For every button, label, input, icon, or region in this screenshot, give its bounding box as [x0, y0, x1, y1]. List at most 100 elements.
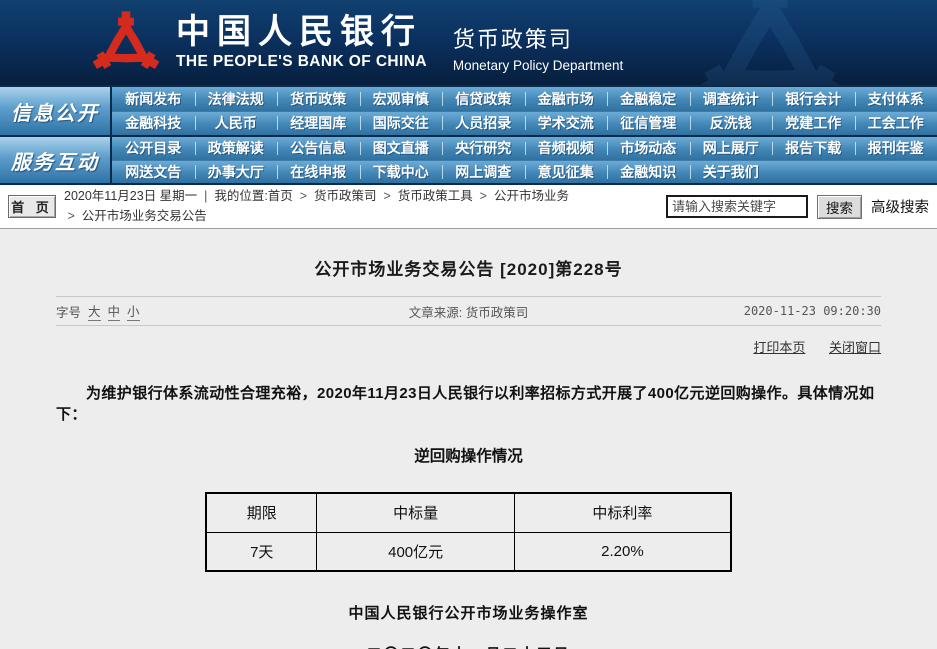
nav-item[interactable]: 办事大厅	[194, 161, 278, 184]
nav-item[interactable]: 人民币	[194, 112, 278, 136]
bank-name-en: THE PEOPLE'S BANK OF CHINA	[176, 53, 427, 71]
nav-row: 网送文告 办事大厅 在线申报 下载中心 网上调查 意见征集 金融知识 关于我们	[112, 159, 937, 184]
nav-item[interactable]: 报刊年鉴	[854, 137, 937, 160]
table-cell: 7天	[205, 531, 318, 572]
font-size-option[interactable]: 小	[127, 301, 140, 321]
nav-item[interactable]: 图文直播	[359, 137, 443, 160]
breadcrumb-item[interactable]: 公开市场业务	[494, 189, 569, 203]
search-input[interactable]	[666, 195, 808, 218]
font-size-label: 字号	[56, 305, 82, 320]
nav-item[interactable]: 人员招录	[442, 112, 525, 136]
nav-item[interactable]: 工会工作	[854, 112, 937, 136]
nav-item[interactable]: 信贷政策	[442, 87, 525, 111]
nav-item[interactable]: 征信管理	[607, 112, 690, 136]
nav-item[interactable]: 报告下载	[772, 137, 855, 160]
breadcrumb-item[interactable]: 货币政策司	[314, 189, 377, 203]
breadcrumb-separator: >	[292, 189, 314, 204]
nav-item[interactable]: 党建工作	[772, 112, 855, 136]
font-size-option[interactable]: 大	[88, 301, 101, 321]
nav-item[interactable]: 央行研究	[442, 137, 525, 160]
home-button[interactable]: 首 页	[8, 195, 56, 218]
article-area: 公开市场业务交易公告 [2020]第228号 字号 大中小 文章来源: 货币政策…	[0, 229, 937, 649]
nav-row: 金融科技 人民币 经理国库 国际交往 人员招录 学术交流 征信管理 反洗钱 党建工作 工会工作	[112, 110, 937, 136]
search-button[interactable]: 搜索	[817, 194, 862, 219]
bank-name-cn: 中国人民银行	[176, 11, 422, 52]
nav-item[interactable]: 政策解读	[194, 137, 278, 160]
nav-row: 新闻发布 法律法规 货币政策 宏观审慎 信贷政策 金融市场 金融稳定 调查统计 银行会计 支付体系	[112, 87, 937, 111]
department-block: 货币政策司 Monetary Policy Department	[453, 12, 623, 73]
nav-item[interactable]: 在线申报	[277, 161, 360, 184]
source-value: 货币政策司	[465, 305, 529, 320]
site-header: 中国人民银行 THE PEOPLE'S BANK OF CHINA 货币政策司 …	[0, 0, 937, 85]
signature-date: 二〇二〇年十一月二十三日	[0, 643, 937, 649]
advanced-search-link[interactable]: 高级搜索	[871, 196, 929, 217]
breadcrumb-separator: >	[64, 208, 82, 223]
nav-item[interactable]: 国际交往	[359, 112, 443, 136]
department-name-en: Monetary Policy Department	[452, 58, 624, 73]
table-header-cell: 期限	[205, 492, 318, 533]
table-header-cell: 中标利率	[513, 492, 732, 533]
nav-item[interactable]: 公开目录	[112, 137, 195, 160]
nav-item[interactable]: 金融知识	[607, 161, 690, 184]
nav-item[interactable]: 调查统计	[689, 87, 773, 111]
article-actions: 打印本页 关闭窗口	[56, 337, 881, 356]
nav-item[interactable]: 反洗钱	[689, 112, 773, 136]
article-meta-row: 字号 大中小 文章来源: 货币政策司 2020-11-23 09:20:30	[56, 296, 881, 326]
nav-rows: 新闻发布 法律法规 货币政策 宏观审慎 信贷政策 金融市场 金融稳定 调查统计 银行会计 支付体系…	[112, 87, 937, 135]
nav-item[interactable]: 下载中心	[359, 161, 443, 184]
close-window-link[interactable]: 关闭窗口	[829, 340, 881, 355]
print-page-link[interactable]: 打印本页	[753, 340, 805, 355]
breadcrumb-divider: |	[204, 189, 215, 204]
table-cell: 400亿元	[316, 531, 515, 572]
nav-item[interactable]: 支付体系	[854, 87, 937, 111]
font-size-options: 大中小	[88, 301, 140, 321]
nav-group: 服务互动 公开目录 政策解读 公告信息 图文直播 央行研究 音频视频 市场动态 网上展厅 报告下载…	[0, 135, 937, 183]
nav-item[interactable]: 网送文告	[112, 161, 195, 184]
nav-item[interactable]: 音频视频	[524, 137, 608, 160]
department-name-cn: 货币政策司	[452, 27, 573, 52]
table-body: 7天 400亿元 2.20%	[205, 531, 732, 572]
nav-item[interactable]: 经理国库	[277, 112, 360, 136]
nav-group-label[interactable]: 信息公开	[0, 87, 112, 135]
article-source: 文章来源: 货币政策司	[314, 302, 623, 321]
article-timestamp: 2020-11-23 09:20:30	[743, 304, 881, 318]
nav-item[interactable]: 关于我们	[689, 161, 773, 184]
table-header-cell: 中标量	[316, 492, 515, 533]
nav-item[interactable]: 银行会计	[772, 87, 855, 111]
nav-item[interactable]: 市场动态	[607, 137, 690, 160]
nav-item[interactable]: 意见征集	[524, 161, 608, 184]
section-title: 逆回购操作情况	[414, 448, 523, 465]
nav-item[interactable]: 金融稳定	[607, 87, 690, 111]
nav-item[interactable]: 学术交流	[524, 112, 608, 136]
nav-item[interactable]: 公告信息	[277, 137, 360, 160]
article-paragraph: 为维护银行体系流动性合理充裕，2020年11月23日人民银行以利率招标方式开展了…	[56, 385, 875, 423]
nav-item[interactable]: 金融科技	[112, 112, 195, 136]
table-cell: 2.20%	[513, 531, 732, 572]
nav-item[interactable]: 法律法规	[194, 87, 278, 111]
source-label: 文章来源:	[408, 305, 463, 320]
breadcrumb-item[interactable]: 货币政策工具	[398, 189, 473, 203]
breadcrumb-location-label: 我的位置:首页	[214, 189, 293, 204]
signature-org: 中国人民银行公开市场业务操作室	[348, 605, 589, 622]
main-nav: 信息公开 新闻发布 法律法规 货币政策 宏观审慎 信贷政策 金融市场 金融稳定 调查统计 银行会计…	[0, 85, 937, 185]
search-zone: 搜索 高级搜索	[666, 194, 929, 219]
breadcrumb-date: 2020年11月23日 星期一	[64, 189, 205, 204]
pboc-logo-icon	[92, 10, 160, 69]
nav-item[interactable]: 宏观审慎	[359, 87, 443, 111]
nav-rows: 公开目录 政策解读 公告信息 图文直播 央行研究 音频视频 市场动态 网上展厅 报告下载 报刊年鉴…	[112, 137, 937, 183]
breadcrumb-separator: >	[472, 189, 494, 204]
nav-group-label[interactable]: 服务互动	[0, 137, 112, 183]
bank-name-block: 中国人民银行 THE PEOPLE'S BANK OF CHINA	[176, 11, 427, 71]
page-title: 公开市场业务交易公告 [2020]第228号	[314, 260, 623, 279]
nav-item[interactable]: 网上展厅	[689, 137, 773, 160]
breadcrumb-separator: >	[376, 189, 398, 204]
font-size-widget: 字号 大中小	[56, 301, 314, 321]
nav-item[interactable]: 网上调查	[442, 161, 525, 184]
nav-item[interactable]: 金融市场	[524, 87, 608, 111]
operation-table: 期限 中标量 中标利率 7天 400亿元 2.20%	[205, 492, 732, 572]
emblem-watermark-icon	[695, 0, 845, 85]
font-size-option[interactable]: 中	[107, 301, 121, 321]
nav-item[interactable]: 新闻发布	[112, 87, 195, 111]
breadcrumb-item[interactable]: 公开市场业务交易公告	[82, 209, 207, 223]
nav-item[interactable]: 货币政策	[277, 87, 360, 111]
